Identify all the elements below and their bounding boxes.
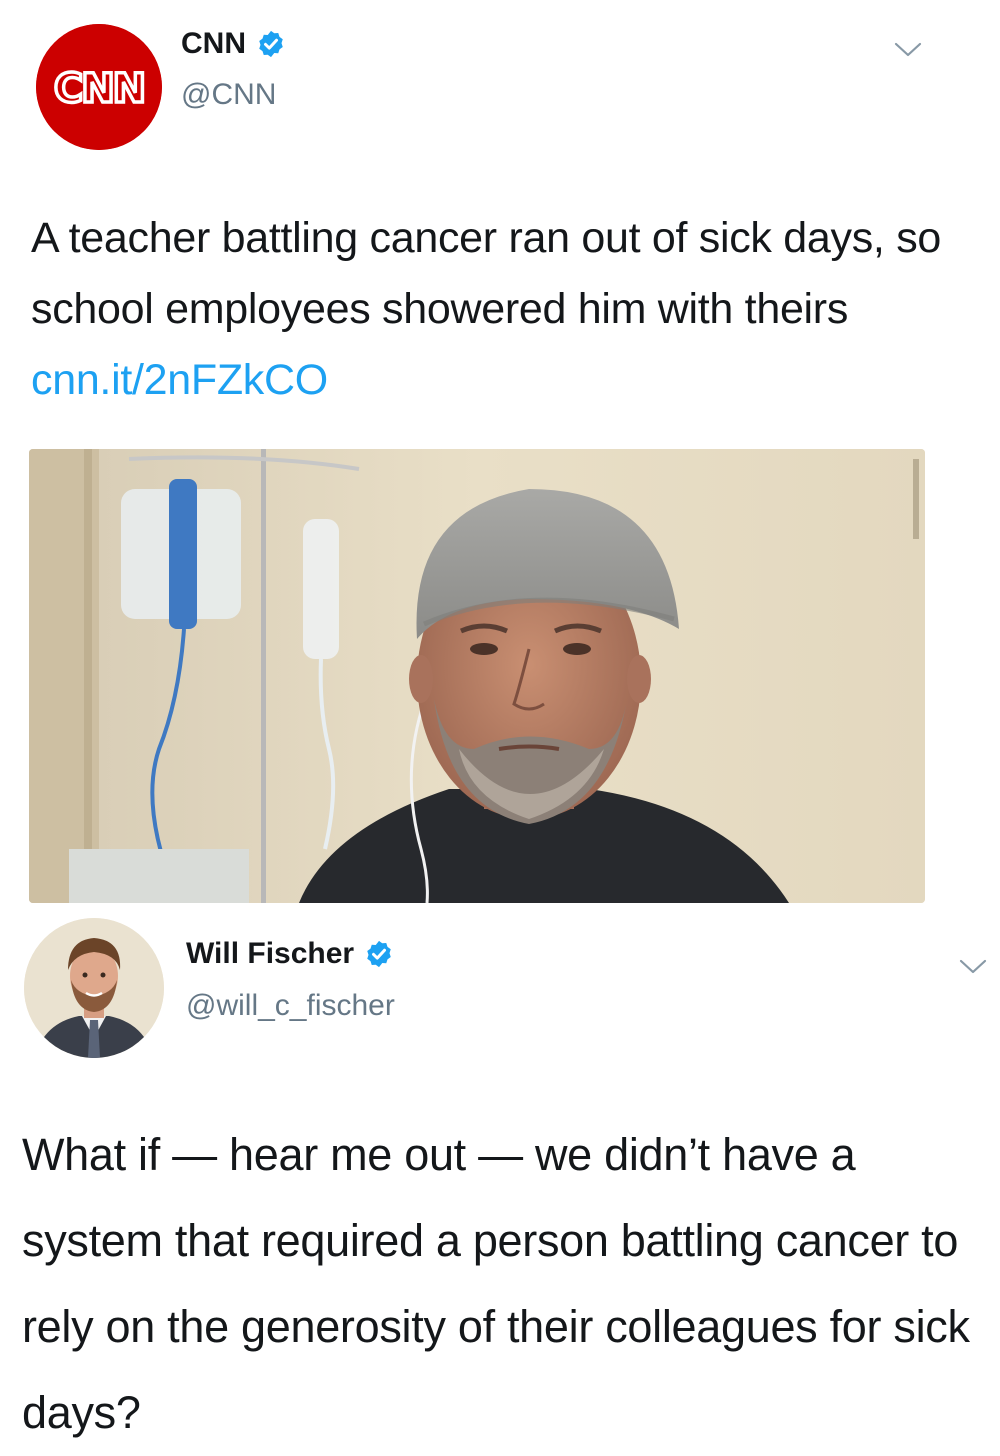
author-name-row[interactable]: CNN bbox=[181, 27, 286, 61]
tweet-text: What if — hear me out — we didn’t have a… bbox=[22, 1129, 970, 1438]
svg-text:CNN: CNN bbox=[54, 66, 144, 112]
photo-man-with-iv-icon bbox=[29, 449, 925, 903]
tweet-link[interactable]: cnn.it/2nFZkCO bbox=[31, 356, 328, 404]
tweet-cnn[interactable]: CNN CNN @CNN A teacher battling cancer r… bbox=[0, 0, 1000, 905]
chevron-down-icon[interactable] bbox=[958, 957, 988, 977]
verified-badge-icon bbox=[259, 30, 283, 58]
cnn-logo-icon: CNN bbox=[36, 24, 162, 150]
author-handle[interactable]: @will_c_fischer bbox=[186, 989, 395, 1023]
author-handle[interactable]: @CNN bbox=[181, 78, 276, 112]
tweet-text: A teacher battling cancer ran out of sic… bbox=[31, 203, 971, 416]
author-name[interactable]: Will Fischer bbox=[186, 937, 354, 971]
person-portrait-icon bbox=[24, 918, 164, 1058]
tweet-media-image[interactable] bbox=[29, 449, 925, 903]
chevron-down-icon[interactable] bbox=[893, 40, 923, 60]
will-fischer-avatar[interactable] bbox=[24, 918, 164, 1058]
tweet-will-fischer[interactable]: Will Fischer @will_c_fischer What if — h… bbox=[0, 905, 1000, 1452]
verified-badge-icon bbox=[367, 940, 391, 968]
author-name-row[interactable]: Will Fischer bbox=[186, 937, 394, 971]
cnn-avatar[interactable]: CNN bbox=[36, 24, 162, 150]
tweet-body: A teacher battling cancer ran out of sic… bbox=[31, 214, 942, 333]
author-name[interactable]: CNN bbox=[181, 27, 246, 61]
